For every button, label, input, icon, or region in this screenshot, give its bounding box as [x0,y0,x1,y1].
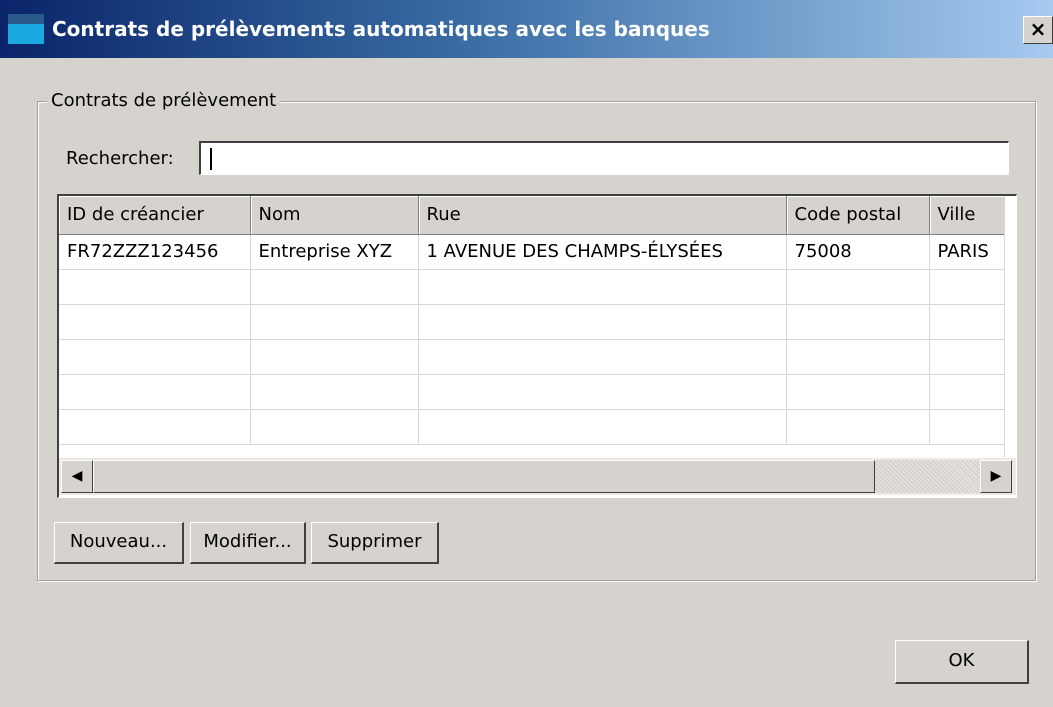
contracts-table: ID de créancier Nom Rue Code postal Vill… [57,194,1017,498]
groupbox-title: Contrats de prélèvement [47,88,281,114]
search-input[interactable] [199,141,1009,175]
edit-button[interactable]: Modifier... [190,522,306,564]
scroll-left-button[interactable]: ◀ [61,460,93,493]
table-row-empty [59,269,1008,305]
new-button[interactable]: Nouveau... [54,522,184,564]
search-label: Rechercher: [66,148,174,169]
window-title: Contrats de prélèvements automatiques av… [52,17,710,41]
table-edge-strip [1004,196,1016,458]
cell-street: 1 AVENUE DES CHAMPS-ÉLYSÉES [418,234,787,270]
cell-name: Entreprise XYZ [250,234,419,270]
column-header-name[interactable]: Nom [250,196,419,235]
table-row[interactable]: FR72ZZZ123456 Entreprise XYZ 1 AVENUE DE… [59,234,1008,270]
horizontal-scrollbar[interactable]: ◀ ▶ [59,458,1016,495]
cell-postal-code: 75008 [786,234,930,270]
table-row-empty [59,374,1008,410]
close-button[interactable]: × [1023,16,1053,44]
table-header-row: ID de créancier Nom Rue Code postal Vill… [59,196,1008,235]
table-row-empty [59,339,1008,375]
contracts-grid: ID de créancier Nom Rue Code postal Vill… [59,196,1008,445]
arrow-right-icon: ▶ [990,468,1002,484]
cell-city: PARIS [929,234,1008,270]
text-caret [210,148,212,170]
close-icon: × [1029,17,1047,41]
ok-button[interactable]: OK [895,640,1029,684]
scroll-right-button[interactable]: ▶ [980,460,1012,493]
arrow-left-icon: ◀ [71,468,83,484]
table-row-empty [59,304,1008,340]
column-header-street[interactable]: Rue [418,196,787,235]
title-bar: Contrats de prélèvements automatiques av… [0,0,1053,58]
column-header-city[interactable]: Ville [929,196,1008,235]
scrollbar-thumb[interactable] [93,460,875,493]
delete-button[interactable]: Supprimer [311,522,439,564]
table-row-empty [59,409,1008,445]
scrollbar-track[interactable] [875,460,980,493]
app-icon [8,14,44,44]
column-header-creditor-id[interactable]: ID de créancier [59,196,251,235]
cell-creditor-id: FR72ZZZ123456 [59,234,251,270]
column-header-postal-code[interactable]: Code postal [786,196,930,235]
